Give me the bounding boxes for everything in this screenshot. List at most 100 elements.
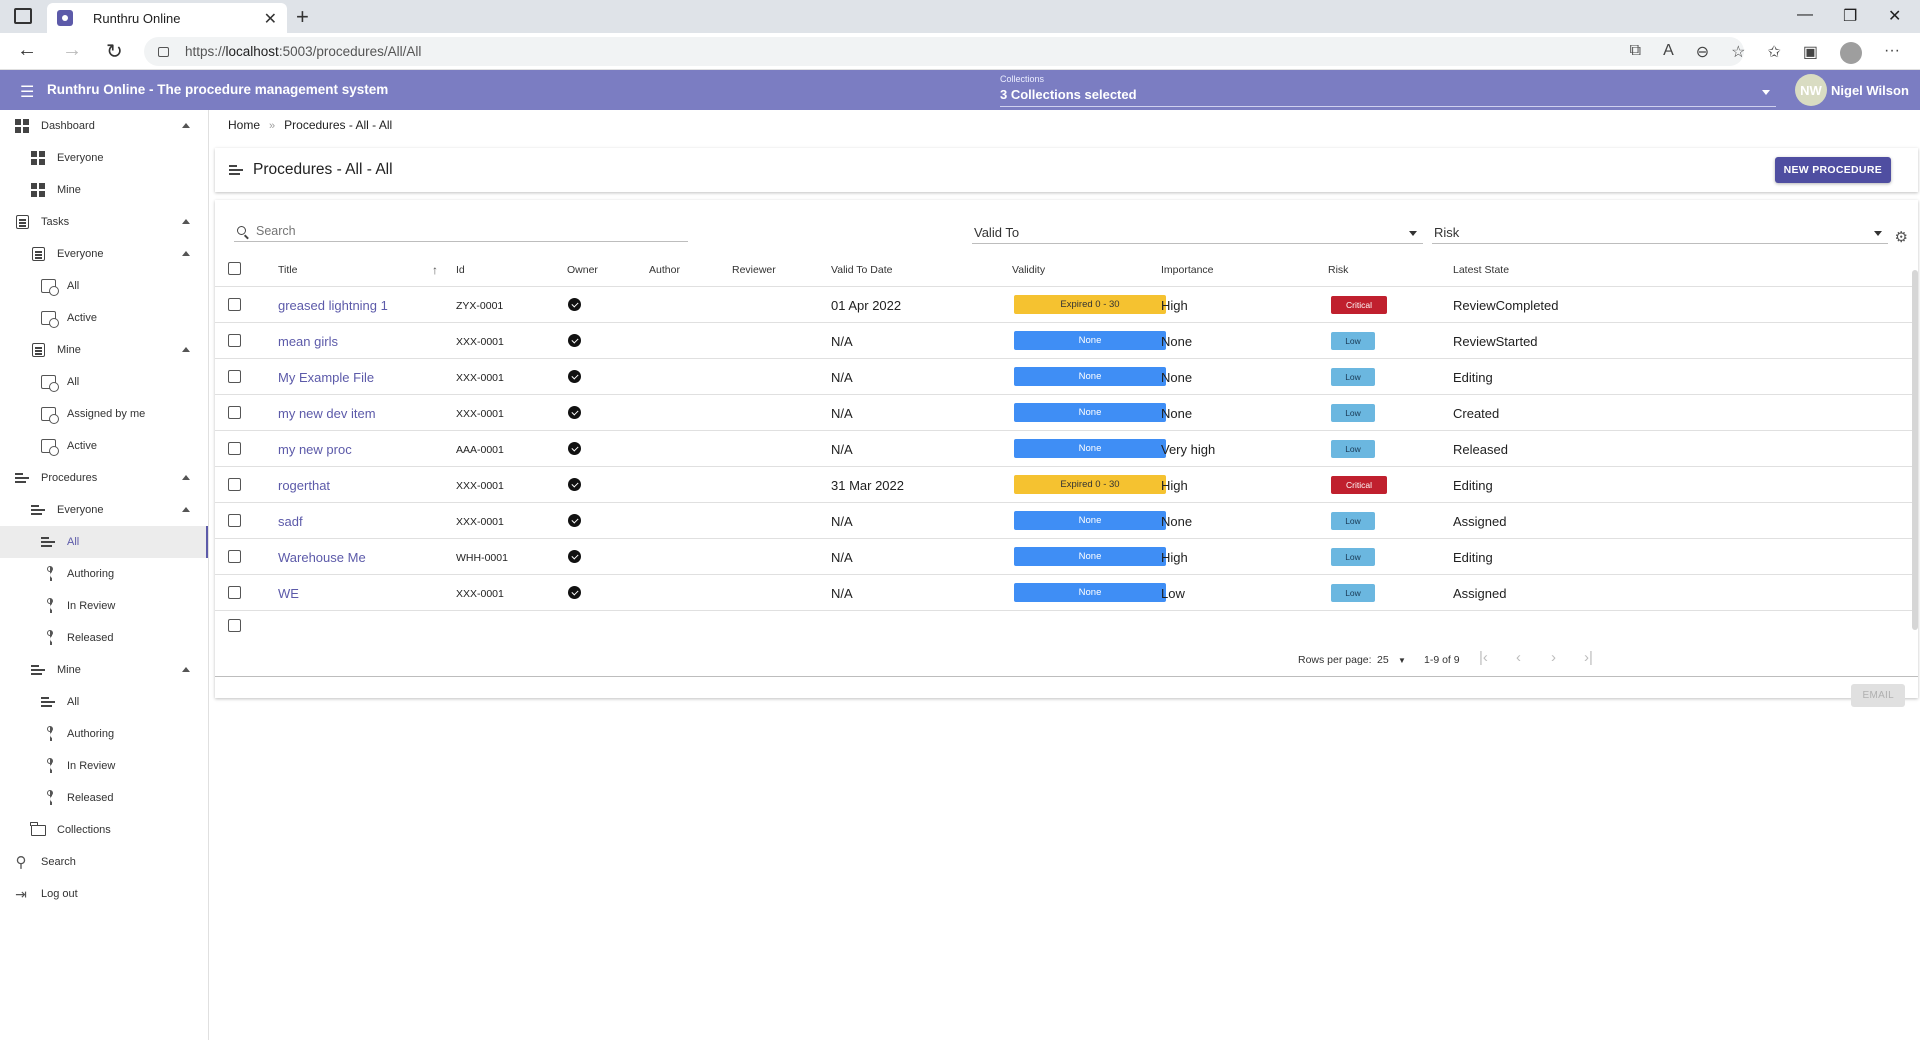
last-page-icon[interactable]: ›| [1584,649,1593,666]
menu-collapse-icon[interactable]: ☰ [20,82,34,102]
vertical-scrollbar[interactable] [1912,270,1918,630]
row-checkbox[interactable] [228,370,241,383]
back-icon[interactable]: ← [17,39,37,62]
cell-title[interactable]: my new proc [278,442,352,457]
sidebar-item-tasks-mine-assigned[interactable]: Assigned by me [0,398,208,430]
sidebar-item-dashboard[interactable]: Dashboard [0,110,208,142]
restore-icon[interactable]: ❐ [1843,6,1857,26]
column-header-owner[interactable]: Owner [567,264,598,276]
expand-caret-icon[interactable] [182,123,190,128]
sidebar-item-procedures[interactable]: Procedures [0,462,208,494]
tab-actions-icon[interactable] [14,8,32,24]
sidebar-item-tasks-everyone[interactable]: Everyone [0,238,208,270]
sidebar-item-logout[interactable]: ⇥ Log out [0,878,208,910]
expand-caret-icon[interactable] [182,251,190,256]
sidebar-item-procedures-mine-all[interactable]: All [0,686,208,718]
sidebar-item-procedures-everyone-all[interactable]: All [0,526,208,558]
row-checkbox[interactable] [228,442,241,455]
row-checkbox[interactable] [228,586,241,599]
cell-title[interactable]: sadf [278,514,303,529]
cell-title[interactable]: rogerthat [278,478,330,493]
column-header-id[interactable]: Id [456,264,465,276]
table-row[interactable]: greased lightning 1 ZYX-0001 01 Apr 2022 Ex… [215,287,1918,323]
new-tab-icon[interactable]: + [296,4,309,30]
row-checkbox[interactable] [228,298,241,311]
sidebar-item-procedures-mine-inreview[interactable]: In Review [0,750,208,782]
new-procedure-button[interactable]: NEW PROCEDURE [1774,157,1891,183]
collections-select[interactable]: Collections 3 Collections selected [1000,73,1776,107]
zoom-icon[interactable]: ⊖ [1696,42,1709,64]
column-header-author[interactable]: Author [649,264,680,276]
valid-to-filter[interactable]: Valid To [972,220,1423,244]
sidebar-item-dashboard-mine[interactable]: Mine [0,174,208,206]
sidebar-item-procedures-everyone[interactable]: Everyone [0,494,208,526]
read-aloud-icon[interactable]: A [1663,42,1674,64]
table-row[interactable]: WE XXX-0001 N/A None Low Low Assigned [215,575,1918,611]
risk-filter[interactable]: Risk [1432,220,1888,244]
search-field[interactable] [234,220,688,242]
sidebar-item-procedures-everyone-authoring[interactable]: Authoring [0,558,208,590]
table-row[interactable]: rogerthat XXX-0001 31 Mar 2022 Expired 0 - … [215,467,1918,503]
favorite-star-icon[interactable]: ☆ [1731,42,1745,64]
expand-caret-icon[interactable] [182,507,190,512]
cell-title[interactable]: my new dev item [278,406,376,421]
first-page-icon[interactable]: |‹ [1479,649,1488,666]
gear-icon[interactable]: ⚙ [1895,228,1908,246]
expand-caret-icon[interactable] [182,347,190,352]
table-row[interactable]: sadf XXX-0001 N/A None None Low Assigned [215,503,1918,539]
previous-page-icon[interactable]: ‹ [1516,649,1521,666]
expand-caret-icon[interactable] [182,475,190,480]
sidebar-item-tasks-mine-all[interactable]: All [0,366,208,398]
sidebar-item-tasks[interactable]: Tasks [0,206,208,238]
sidebar-item-tasks-mine[interactable]: Mine [0,334,208,366]
sidebar-item-tasks-mine-active[interactable]: Active [0,430,208,462]
user-menu[interactable]: NW Nigel Wilson [1795,74,1909,106]
cell-title[interactable]: greased lightning 1 [278,298,388,313]
table-row[interactable]: My Example File XXX-0001 N/A None None Low Edi… [215,359,1918,395]
sidebar-item-procedures-mine-authoring[interactable]: Authoring [0,718,208,750]
sort-ascending-icon[interactable]: ↑ [432,263,438,277]
row-checkbox[interactable] [228,619,241,632]
url-field[interactable]: https://localhost:5003/procedures/All/Al… [144,37,1744,66]
column-header-validity[interactable]: Validity [1012,264,1045,276]
select-all-checkbox[interactable] [228,262,241,275]
cell-title[interactable]: My Example File [278,370,374,385]
column-header-importance[interactable]: Importance [1161,264,1214,276]
column-header-valid-to-date[interactable]: Valid To Date [831,264,892,276]
column-header-reviewer[interactable]: Reviewer [732,264,776,276]
sidebar-item-collections[interactable]: Collections [0,814,208,846]
sidebar-item-tasks-everyone-active[interactable]: Active [0,302,208,334]
breadcrumb-home[interactable]: Home [228,118,260,132]
table-row[interactable]: Warehouse Me WHH-0001 N/A None High Low Editin… [215,539,1918,575]
sidebar-item-procedures-mine-released[interactable]: Released [0,782,208,814]
column-header-title[interactable]: Title [278,264,297,276]
row-checkbox[interactable] [228,478,241,491]
cell-title[interactable]: Warehouse Me [278,550,366,565]
favorites-icon[interactable]: ✩ [1767,42,1780,64]
table-row[interactable]: my new dev item XXX-0001 N/A None None Low Cre… [215,395,1918,431]
refresh-icon[interactable]: ↻ [106,39,123,64]
close-tab-icon[interactable]: ✕ [264,9,277,29]
column-header-risk[interactable]: Risk [1328,264,1348,276]
close-window-icon[interactable]: ✕ [1888,6,1901,26]
profile-avatar[interactable] [1840,42,1863,64]
forward-icon[interactable]: → [62,39,82,62]
browser-tab[interactable]: Runthru Online ✕ [47,3,287,33]
cell-title[interactable]: mean girls [278,334,338,349]
column-header-latest-state[interactable]: Latest State [1453,264,1509,276]
sidebar-item-procedures-mine[interactable]: Mine [0,654,208,686]
sidebar-item-procedures-everyone-inreview[interactable]: In Review [0,590,208,622]
cell-title[interactable]: WE [278,586,299,601]
sidebar-item-procedures-everyone-released[interactable]: Released [0,622,208,654]
minimize-icon[interactable]: — [1797,6,1813,24]
next-page-icon[interactable]: › [1551,649,1556,666]
rows-per-page-select[interactable]: 25 [1377,654,1389,666]
row-checkbox[interactable] [228,334,241,347]
collections-icon[interactable]: ⧉ [1630,42,1641,64]
expand-caret-icon[interactable] [182,667,190,672]
sidebar-item-search[interactable]: ⚲ Search [0,846,208,878]
search-input[interactable] [256,223,656,238]
table-row[interactable]: my new proc AAA-0001 N/A None Very high Low Re… [215,431,1918,467]
more-icon[interactable]: ··· [1884,42,1900,64]
table-row[interactable]: mean girls XXX-0001 N/A None None Low ReviewSt… [215,323,1918,359]
